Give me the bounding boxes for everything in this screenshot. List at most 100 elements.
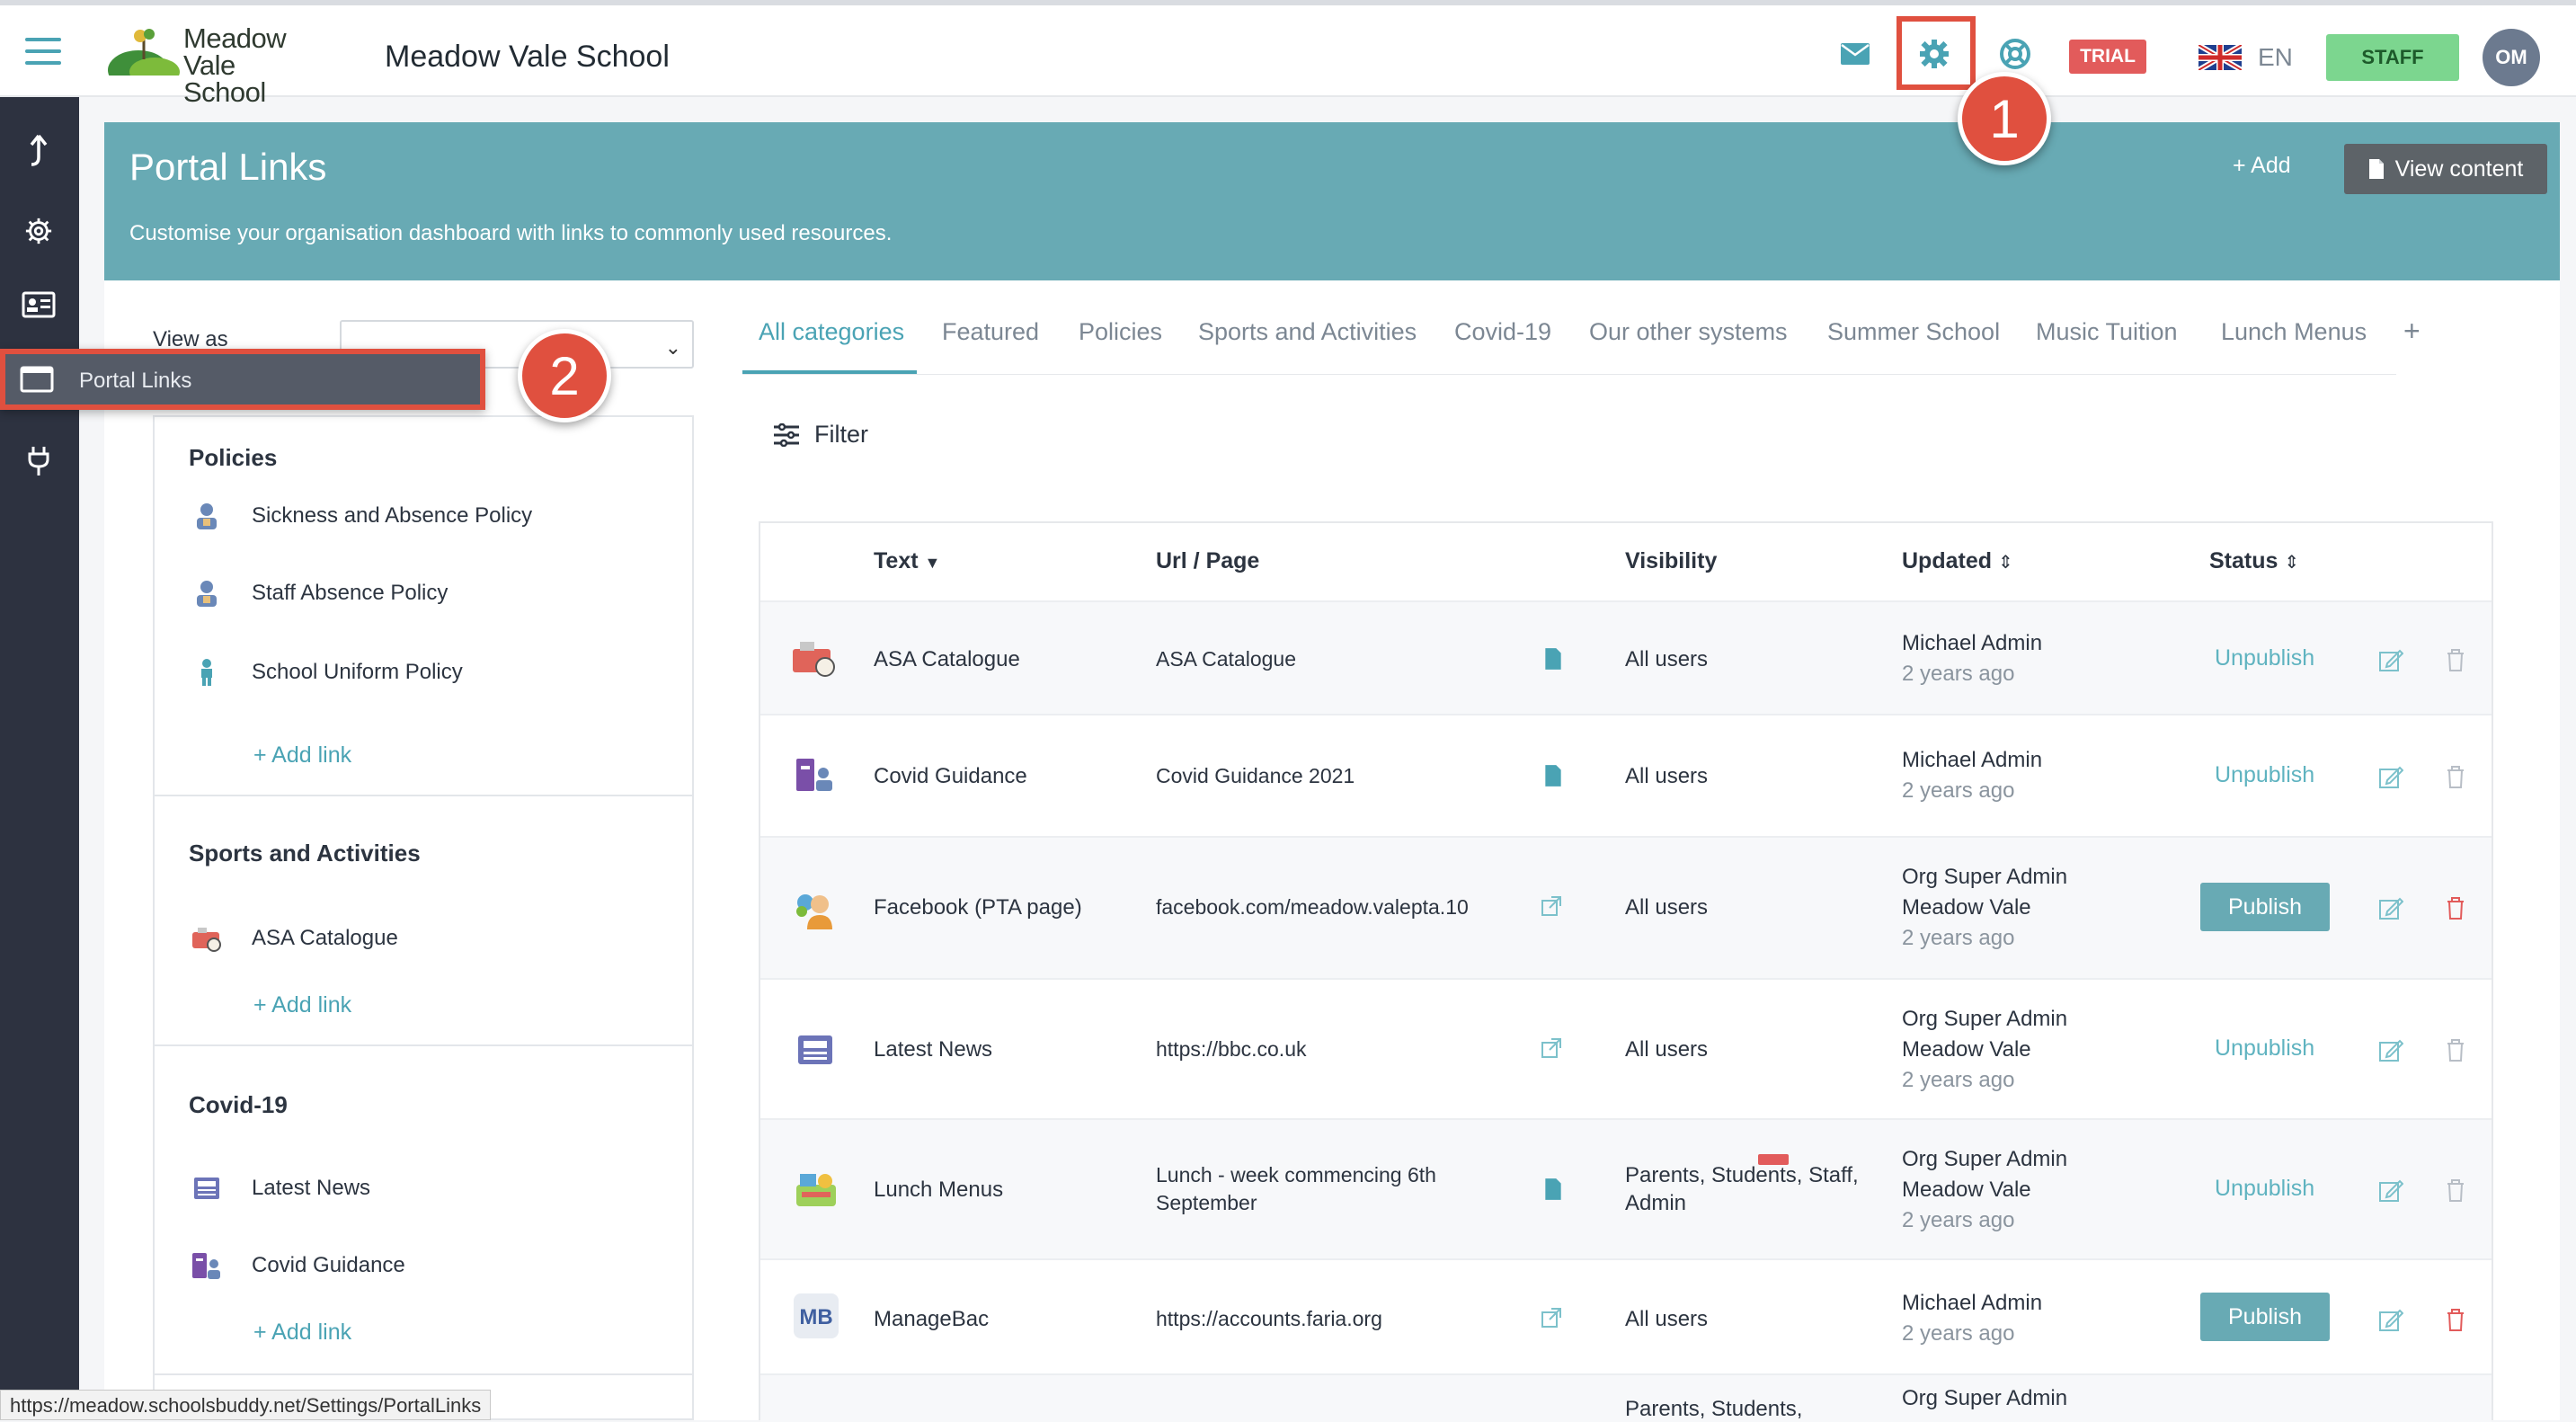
add-tab-button[interactable]: +	[2403, 315, 2421, 348]
gear-icon[interactable]	[18, 210, 59, 252]
category-link-item[interactable]: Staff Absence Policy	[191, 575, 448, 611]
page-icon	[1545, 648, 1561, 670]
external-link-icon[interactable]	[1541, 895, 1562, 917]
tab-music-tuition[interactable]: Music Tuition	[2036, 318, 2178, 346]
top-bar: Meadow Vale School Meadow Vale School TR…	[0, 0, 2576, 106]
edit-icon[interactable]	[2378, 1307, 2403, 1332]
delete-icon[interactable]	[2443, 895, 2468, 920]
student-icon	[191, 656, 223, 689]
id-card-icon[interactable]	[18, 284, 59, 325]
category-link-item[interactable]: Latest News	[191, 1170, 370, 1206]
unpublish-button[interactable]: Unpublish	[2215, 1176, 2314, 1202]
category-link-item[interactable]: Covid Guidance	[191, 1248, 405, 1284]
edit-icon[interactable]	[2378, 764, 2403, 789]
trial-badge[interactable]: TRIAL	[2069, 40, 2146, 74]
visibility: All users	[1625, 1037, 1709, 1062]
view-content-button[interactable]: View content	[2344, 144, 2547, 194]
link-text: ASA Catalogue	[874, 647, 1020, 671]
table-row[interactable]: Latest News https://bbc.co.uk All users …	[760, 978, 2492, 1118]
divider	[155, 1044, 692, 1046]
column-header-text[interactable]: Text ▼	[874, 548, 940, 574]
role-button[interactable]: STAFF	[2326, 34, 2459, 81]
managebac-icon: MB	[793, 1293, 839, 1339]
edit-icon[interactable]	[2378, 895, 2403, 920]
delete-icon[interactable]	[2443, 1307, 2468, 1332]
mail-icon[interactable]	[1837, 36, 1873, 72]
updated-by: Michael Admin	[1902, 748, 2043, 772]
external-link-icon[interactable]	[1541, 1307, 1562, 1329]
avatar[interactable]: OM	[2483, 29, 2540, 86]
table-row[interactable]: Facebook (PTA page) facebook.com/meadow.…	[760, 836, 2492, 978]
tab-featured[interactable]: Featured	[942, 318, 1039, 346]
updated-ago: 2 years ago	[1902, 926, 2015, 950]
language-selector[interactable]: EN	[2258, 43, 2293, 72]
edit-icon[interactable]	[2378, 1178, 2403, 1203]
column-header-visibility: Visibility	[1625, 548, 1718, 573]
sliders-icon	[774, 422, 799, 447]
guidance-icon	[795, 757, 834, 793]
menu-icon[interactable]	[25, 38, 61, 67]
page-title: Portal Links	[129, 146, 327, 188]
delete-icon[interactable]	[2443, 1037, 2468, 1062]
page-icon	[1545, 1178, 1561, 1200]
portal-links-flyout[interactable]: Portal Links	[0, 349, 485, 410]
filter-button[interactable]: Filter	[773, 421, 868, 449]
plug-icon[interactable]	[18, 440, 59, 482]
table-row[interactable]: ASA Catalogue ASA Catalogue All users Mi…	[760, 600, 2492, 714]
tab-lunch-menus[interactable]: Lunch Menus	[2221, 318, 2367, 346]
publish-button[interactable]: Publish	[2200, 883, 2330, 931]
column-header-status[interactable]: Status ⇕	[2209, 548, 2299, 574]
page-subtitle: Customise your organisation dashboard wi…	[129, 221, 893, 245]
add-link-button[interactable]: + Add link	[253, 1320, 351, 1346]
category-link-item[interactable]: School Uniform Policy	[191, 654, 463, 690]
delete-icon[interactable]	[2443, 764, 2468, 789]
link-text: Facebook (PTA page)	[874, 895, 1082, 920]
view-content-label: View content	[2394, 156, 2524, 182]
table-row[interactable]: Covid Guidance Covid Guidance 2021 All u…	[760, 714, 2492, 836]
page-header: Portal Links Customise your organisation…	[104, 122, 2560, 280]
tab-policies[interactable]: Policies	[1079, 318, 1162, 346]
tabs-divider	[742, 374, 2396, 375]
person-icon	[191, 500, 223, 532]
edit-icon[interactable]	[2378, 647, 2403, 672]
external-link-icon[interactable]	[1541, 1037, 1562, 1059]
tab-our-other-systems[interactable]: Our other systems	[1589, 318, 1788, 346]
category-link-item[interactable]: ASA Catalogue	[191, 920, 398, 956]
tab-covid-19[interactable]: Covid-19	[1454, 318, 1551, 346]
delete-icon[interactable]	[2443, 647, 2468, 672]
flyout-label: Portal Links	[79, 369, 192, 393]
edit-icon[interactable]	[2378, 1037, 2403, 1062]
updated-ago: 2 years ago	[1902, 778, 2015, 803]
unpublish-button[interactable]: Unpublish	[2215, 762, 2314, 788]
unpublish-button[interactable]: Unpublish	[2215, 1035, 2314, 1062]
tab-sports-and-activities[interactable]: Sports and Activities	[1198, 318, 1417, 346]
lunch-icon	[793, 1167, 839, 1212]
unpublish-button[interactable]: Unpublish	[2215, 645, 2314, 671]
delete-icon[interactable]	[2443, 1178, 2468, 1203]
arrow-up-icon[interactable]	[18, 129, 59, 171]
help-icon[interactable]	[1997, 36, 2033, 72]
publish-button[interactable]: Publish	[2200, 1293, 2330, 1341]
link-url: facebook.com/meadow.valepta.10	[1156, 895, 1469, 919]
uk-flag-icon[interactable]	[2197, 42, 2243, 73]
link-text: ManageBac	[874, 1307, 990, 1331]
school-logo[interactable]: Meadow Vale School	[108, 23, 324, 106]
tab-summer-school[interactable]: Summer School	[1827, 318, 2000, 346]
table-row[interactable]: Lunch Menus Lunch - week commencing 6th …	[760, 1118, 2492, 1258]
link-url: Covid Guidance 2021	[1156, 764, 1355, 787]
left-rail	[0, 97, 79, 1420]
table-row[interactable]: MB ManageBac https://accounts.faria.org …	[760, 1258, 2492, 1373]
link-url: Lunch - week commencing 6th September	[1156, 1163, 1436, 1214]
add-link-button[interactable]: + Add link	[253, 742, 351, 769]
column-header-url: Url / Page	[1156, 548, 1260, 573]
visibility: All users	[1625, 1307, 1709, 1331]
category-link-item[interactable]: Sickness and Absence Policy	[191, 498, 532, 534]
category-panel: Policies Sickness and Absence Policy Sta…	[153, 415, 694, 1420]
table-row[interactable]: Parents, Students, Org Super Admin	[760, 1373, 2492, 1422]
add-link-button[interactable]: + Add link	[253, 992, 351, 1018]
tab-all-categories[interactable]: All categories	[759, 318, 904, 346]
category-link-label: ASA Catalogue	[252, 926, 398, 950]
add-button[interactable]: + Add	[2233, 153, 2291, 179]
column-header-updated[interactable]: Updated ⇕	[1902, 548, 2013, 574]
category-link-label: Sickness and Absence Policy	[252, 503, 533, 528]
